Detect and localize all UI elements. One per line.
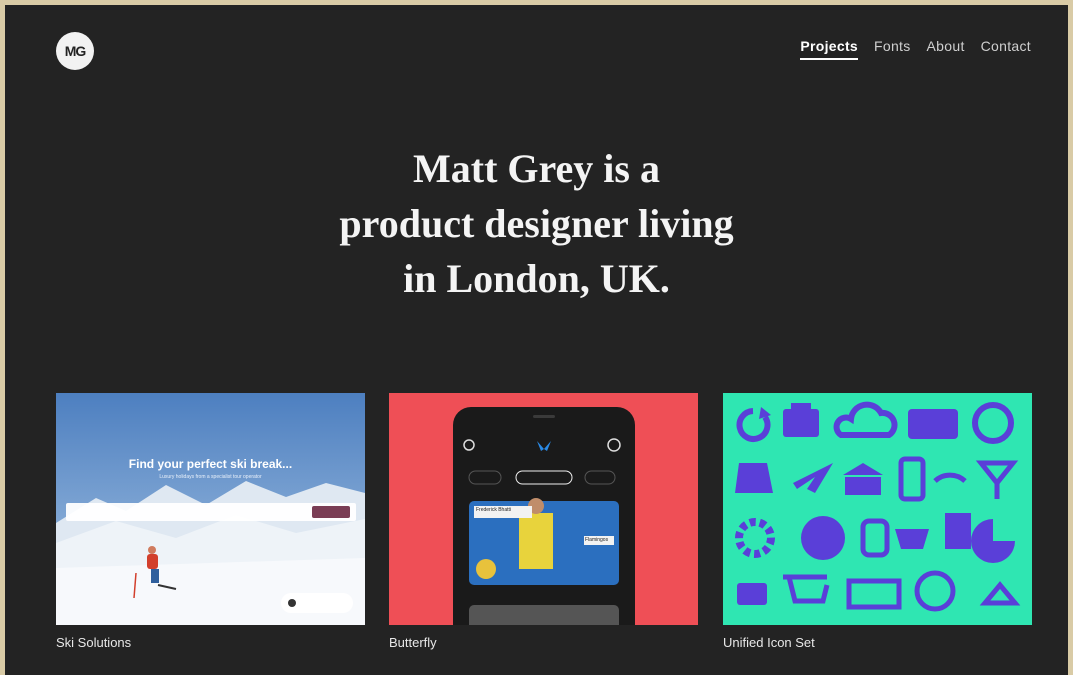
- main-nav: Projects Fonts About Contact: [800, 38, 1031, 60]
- butterfly-tag-2: Flamingos: [585, 537, 609, 543]
- ski-subline: Luxury holidays from a specialist tour o…: [159, 474, 262, 480]
- nav-about[interactable]: About: [927, 38, 965, 60]
- nav-fonts[interactable]: Fonts: [874, 38, 911, 60]
- ski-solutions-thumbnail[interactable]: Find your perfect ski break... Luxury ho…: [56, 393, 365, 625]
- site-logo[interactable]: MG: [56, 32, 94, 70]
- hero-line-2: product designer living: [339, 201, 734, 246]
- ski-headline: Find your perfect ski break...: [128, 457, 293, 471]
- icon-set-thumbnail[interactable]: [723, 393, 1032, 625]
- project-card-ski-solutions[interactable]: Find your perfect ski break... Luxury ho…: [56, 393, 365, 650]
- hero-line-3: in London, UK.: [403, 256, 670, 301]
- nav-projects[interactable]: Projects: [800, 38, 859, 60]
- project-title[interactable]: Ski Solutions: [56, 635, 365, 650]
- page: MG Projects Fonts About Contact Matt Gre…: [5, 5, 1068, 675]
- nav-contact[interactable]: Contact: [981, 38, 1031, 60]
- hero-line-1: Matt Grey is a: [413, 146, 660, 191]
- project-title[interactable]: Unified Icon Set: [723, 635, 1032, 650]
- project-title[interactable]: Butterfly: [389, 635, 698, 650]
- butterfly-tag: Frederick Bhatti: [476, 507, 512, 513]
- project-card-butterfly[interactable]: Frederick Bhatti Flamingos Butterfly: [389, 393, 698, 650]
- project-card-unified-icon-set[interactable]: Unified Icon Set: [723, 393, 1032, 650]
- butterfly-thumbnail[interactable]: Frederick Bhatti Flamingos: [389, 393, 698, 625]
- hero-heading: Matt Grey is a product designer living i…: [5, 141, 1068, 306]
